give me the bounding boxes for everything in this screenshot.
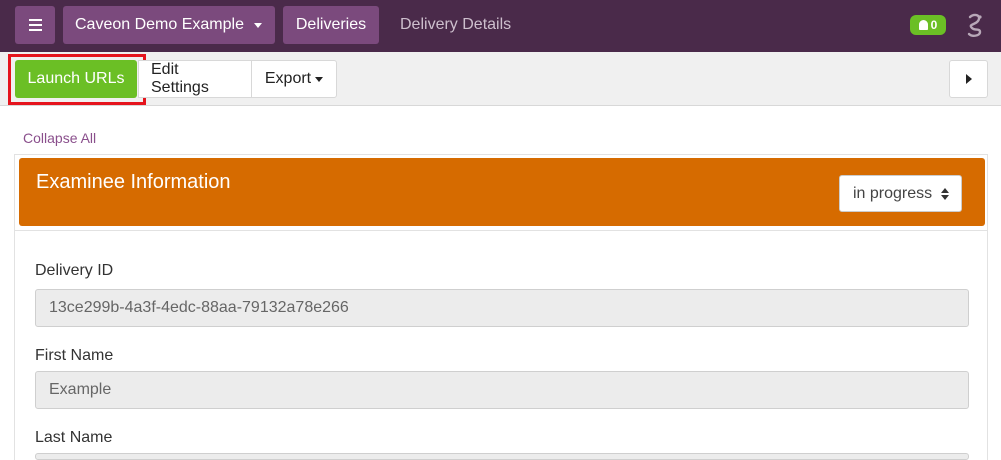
delivery-id-field[interactable]: 13ce299b-4a3f-4edc-88aa-79132a78e266 [35,289,969,327]
menu-button[interactable] [15,6,55,44]
collapse-all-link[interactable]: Collapse All [23,130,96,146]
delivery-id-value: 13ce299b-4a3f-4edc-88aa-79132a78e266 [49,299,349,316]
deliveries-label: Deliveries [295,16,367,33]
caret-down-icon [253,22,262,28]
breadcrumb-current: Delivery Details [400,16,512,33]
status-select[interactable]: in progress [839,175,962,212]
caret-right-icon [965,74,972,84]
toolbar-button-group: Edit Settings Export [138,60,337,98]
divider [15,230,987,231]
org-dropdown-button[interactable]: Caveon Demo Example [63,6,275,44]
deliveries-button[interactable]: Deliveries [283,6,379,44]
status-value: in progress [853,184,933,202]
edit-settings-button[interactable]: Edit Settings [139,61,252,97]
bell-icon [918,20,928,30]
caret-down-icon [315,76,324,82]
edit-settings-label: Edit Settings [151,61,209,96]
export-label: Export [264,70,312,87]
first-name-label: First Name [35,347,114,364]
notifications-badge[interactable]: 0 [910,15,946,35]
delivery-id-label: Delivery ID [35,262,114,279]
select-arrows-icon [941,188,949,200]
notification-count: 0 [930,18,938,32]
highlight-frame [8,54,146,105]
org-dropdown-label: Caveon Demo Example [75,16,244,33]
first-name-field[interactable]: Example [35,371,969,409]
sidebar-toggle-button[interactable] [949,60,988,98]
section-title: Examinee Information [36,171,231,193]
hamburger-icon [28,19,42,31]
last-name-label: Last Name [35,429,113,446]
last-name-field[interactable] [35,453,969,460]
app-logo-icon[interactable] [960,11,988,39]
first-name-value: Example [49,381,112,398]
export-dropdown-button[interactable]: Export [252,61,336,97]
